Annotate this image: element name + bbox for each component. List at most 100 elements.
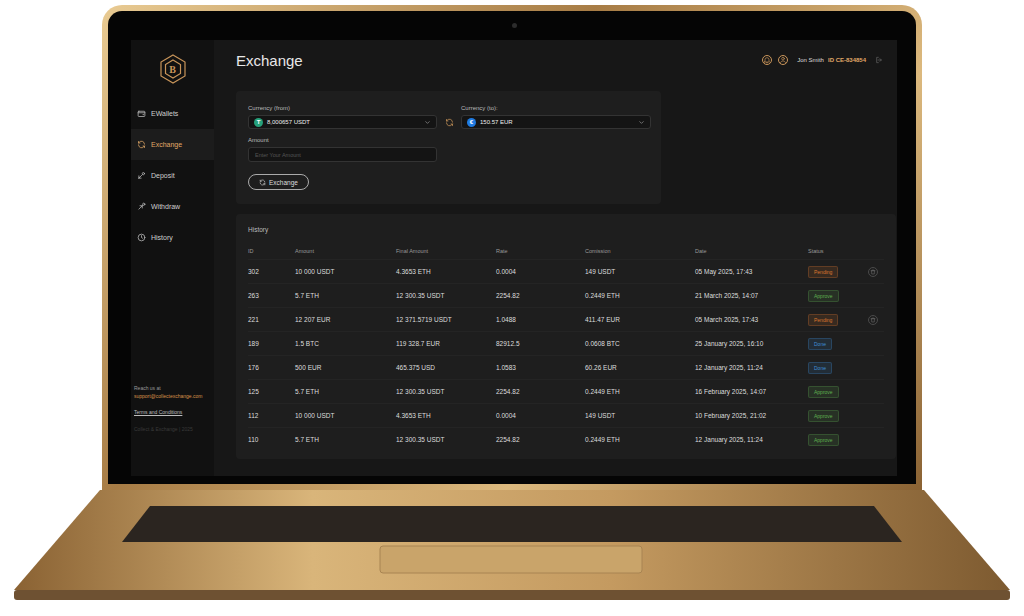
delete-slot <box>868 387 878 397</box>
table-cell: 302 <box>248 268 295 275</box>
delete-button[interactable] <box>868 267 878 277</box>
table-cell: 1.0583 <box>496 364 585 371</box>
bell-icon[interactable] <box>762 55 772 65</box>
from-label: Currency (from) <box>248 105 437 111</box>
table-cell: 10 000 USDT <box>295 412 396 419</box>
column-header: Rate <box>496 248 585 254</box>
table-cell: 0.0004 <box>496 268 585 275</box>
table-cell: 411.47 EUR <box>585 316 695 323</box>
table-cell: 05 May 2025, 17:43 <box>695 268 808 275</box>
trash-icon <box>870 317 876 323</box>
table-cell: 2254.82 <box>496 292 585 299</box>
table-cell: 500 EUR <box>295 364 396 371</box>
table-cell: 60.26 EUR <box>585 364 695 371</box>
page: B EWallets Exchange Deposit Withdraw History R… <box>0 0 1024 611</box>
table-cell: 5.7 ETH <box>295 388 396 395</box>
table-cell: 0.0608 BTC <box>585 340 695 347</box>
chevron-down-icon <box>638 119 645 126</box>
table-cell: 221 <box>248 316 295 323</box>
table-cell: 0.0004 <box>496 412 585 419</box>
table-row[interactable]: 1255.7 ETH12 300.35 USDT2254.820.2449 ET… <box>248 379 884 403</box>
table-cell: 0.2449 ETH <box>585 388 695 395</box>
sidebar-item-label: Withdraw <box>151 203 180 210</box>
currency-value: 8,000657 USDT <box>267 119 310 125</box>
clock-icon <box>137 233 146 242</box>
laptop-base-icon <box>0 490 1024 611</box>
table-row[interactable]: 176500 EUR465.375 USD1.058360.26 EUR12 J… <box>248 355 884 379</box>
content: Currency (from)Currency (to):T8,000657 U… <box>214 80 897 476</box>
contact-label: Reach us at <box>134 385 212 391</box>
currency-selectors: Currency (from)Currency (to):T8,000657 U… <box>248 105 649 129</box>
table-row[interactable]: 30210 000 USDT4.3653 ETH0.0004149 USDT05… <box>248 259 884 283</box>
sidebar-item[interactable]: Withdraw <box>131 191 214 222</box>
status-badge: Approve <box>808 290 839 302</box>
trash-icon <box>870 269 876 275</box>
sidebar-footer: Reach us at support@collectexchange.com Te… <box>131 385 214 476</box>
chevron-down-icon <box>424 119 431 126</box>
sidebar-item[interactable]: EWallets <box>131 98 214 129</box>
history-title: History <box>248 226 884 233</box>
table-cell: 465.375 USD <box>396 364 496 371</box>
delete-button[interactable] <box>868 315 878 325</box>
table-row[interactable]: 1105.7 ETH12 300.35 USDT2254.820.2449 ET… <box>248 427 884 451</box>
sidebar-item[interactable]: Exchange <box>131 129 214 160</box>
screen-bezel: B EWallets Exchange Deposit Withdraw History R… <box>108 11 916 484</box>
table-cell: 110 <box>248 436 295 443</box>
table-cell: 12 300.35 USDT <box>396 292 496 299</box>
exchange-form: Currency (from)Currency (to):T8,000657 U… <box>236 91 661 204</box>
camera-row <box>131 11 897 40</box>
table-cell: 125 <box>248 388 295 395</box>
logout-icon[interactable] <box>875 56 883 64</box>
column-header: Date <box>695 248 808 254</box>
delete-slot <box>868 411 878 421</box>
delete-slot <box>868 291 878 301</box>
user-id: ID CE-834854 <box>828 57 866 63</box>
table-row[interactable]: 22112 207 EUR12 371.5719 USDT1.0488411.4… <box>248 307 884 331</box>
terms-link[interactable]: Terms and Conditions <box>134 409 212 415</box>
user-name: Jon Smith <box>797 57 824 63</box>
status-badge: Done <box>808 362 832 374</box>
status-badge: Approve <box>808 434 839 446</box>
delete-slot <box>868 363 878 373</box>
logo-letter: B <box>158 54 188 84</box>
table-header: IDAmountFinal AmountRateComissionDateSta… <box>248 243 884 259</box>
logo-mark[interactable]: B <box>158 54 188 84</box>
table-cell: 4.3653 ETH <box>396 268 496 275</box>
support-email-link[interactable]: support@collectexchange.com <box>134 393 212 399</box>
table-cell: 12 207 EUR <box>295 316 396 323</box>
table-row[interactable]: 11210 000 USDT4.3653 ETH0.0004149 USDT10… <box>248 403 884 427</box>
exchange-icon <box>137 140 146 149</box>
currency-to-select[interactable]: €150.57 EUR <box>461 115 651 129</box>
sidebar-item[interactable]: History <box>131 222 214 253</box>
table-cell: 112 <box>248 412 295 419</box>
table-cell: 25 January 2025, 16:10 <box>695 340 808 347</box>
status-badge: Pending <box>808 314 838 326</box>
sidebar-item[interactable]: Deposit <box>131 160 214 191</box>
laptop-lid: B EWallets Exchange Deposit Withdraw History R… <box>102 5 922 490</box>
table-cell: 10 000 USDT <box>295 268 396 275</box>
app-screen: B EWallets Exchange Deposit Withdraw History R… <box>131 40 897 476</box>
table-cell: 16 February 2025, 14:07 <box>695 388 808 395</box>
table-cell: 1.5 BTC <box>295 340 396 347</box>
table-cell: 12 300.35 USDT <box>396 388 496 395</box>
logo[interactable]: B <box>131 40 214 98</box>
user-icon[interactable] <box>778 55 788 65</box>
table-cell: 12 371.5719 USDT <box>396 316 496 323</box>
exchange-button-label: Exchange <box>269 179 298 186</box>
status-badge: Approve <box>808 410 839 422</box>
table-cell: 4.3653 ETH <box>396 412 496 419</box>
user-area: Jon Smith ID CE-834854 <box>762 55 883 65</box>
column-header: ID <box>248 248 295 254</box>
sidebar: B EWallets Exchange Deposit Withdraw History R… <box>131 40 214 476</box>
exchange-button[interactable]: Exchange <box>248 174 309 190</box>
copyright: Collect & Exchange | 2025 <box>134 426 212 432</box>
table-row[interactable]: 2635.7 ETH12 300.35 USDT2254.820.2449 ET… <box>248 283 884 307</box>
sidebar-item-label: Exchange <box>151 141 182 148</box>
sidebar-item-label: History <box>151 234 173 241</box>
table-cell: 5.7 ETH <box>295 436 396 443</box>
amount-input[interactable] <box>248 147 437 162</box>
table-row[interactable]: 1891.5 BTC119 328.7 EUR82912.50.0608 BTC… <box>248 331 884 355</box>
swap-icon[interactable] <box>445 118 454 127</box>
table-cell: 12 300.35 USDT <box>396 436 496 443</box>
currency-from-select[interactable]: T8,000657 USDT <box>248 115 437 129</box>
